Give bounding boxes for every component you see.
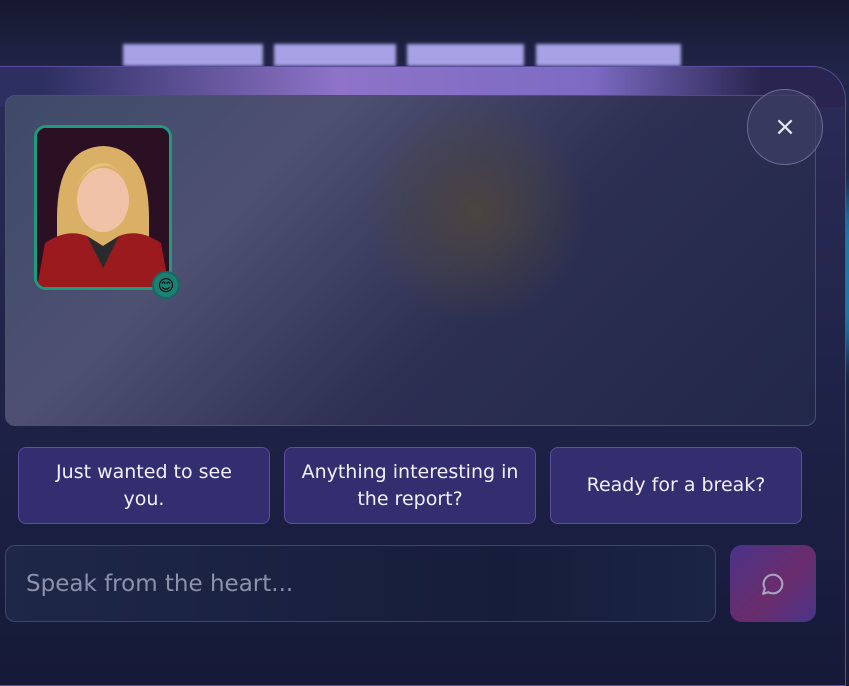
- suggestion-label: Ready for a break?: [586, 474, 766, 496]
- close-icon: ×: [774, 112, 796, 142]
- close-button[interactable]: ×: [747, 89, 823, 165]
- smile-emoji-icon: 😊: [157, 275, 175, 295]
- suggestion-label: Anything interesting in the report?: [301, 460, 519, 510]
- character-portrait: [37, 128, 169, 287]
- suggestion-button[interactable]: Anything interesting in the report?: [284, 447, 536, 524]
- suggestion-button[interactable]: Ready for a break?: [550, 447, 802, 524]
- suggestion-button[interactable]: Just wanted to see you.: [18, 447, 270, 524]
- chat-bubble-icon: [762, 573, 784, 595]
- background-window: [407, 44, 524, 66]
- send-button[interactable]: [730, 545, 816, 622]
- background-window: [123, 44, 263, 66]
- message-input[interactable]: [5, 545, 716, 622]
- suggestion-label: Just wanted to see you.: [56, 460, 232, 510]
- character-avatar[interactable]: [34, 125, 172, 290]
- background-window: [274, 44, 396, 66]
- background-window: [536, 44, 681, 66]
- mood-badge: 😊: [152, 271, 180, 299]
